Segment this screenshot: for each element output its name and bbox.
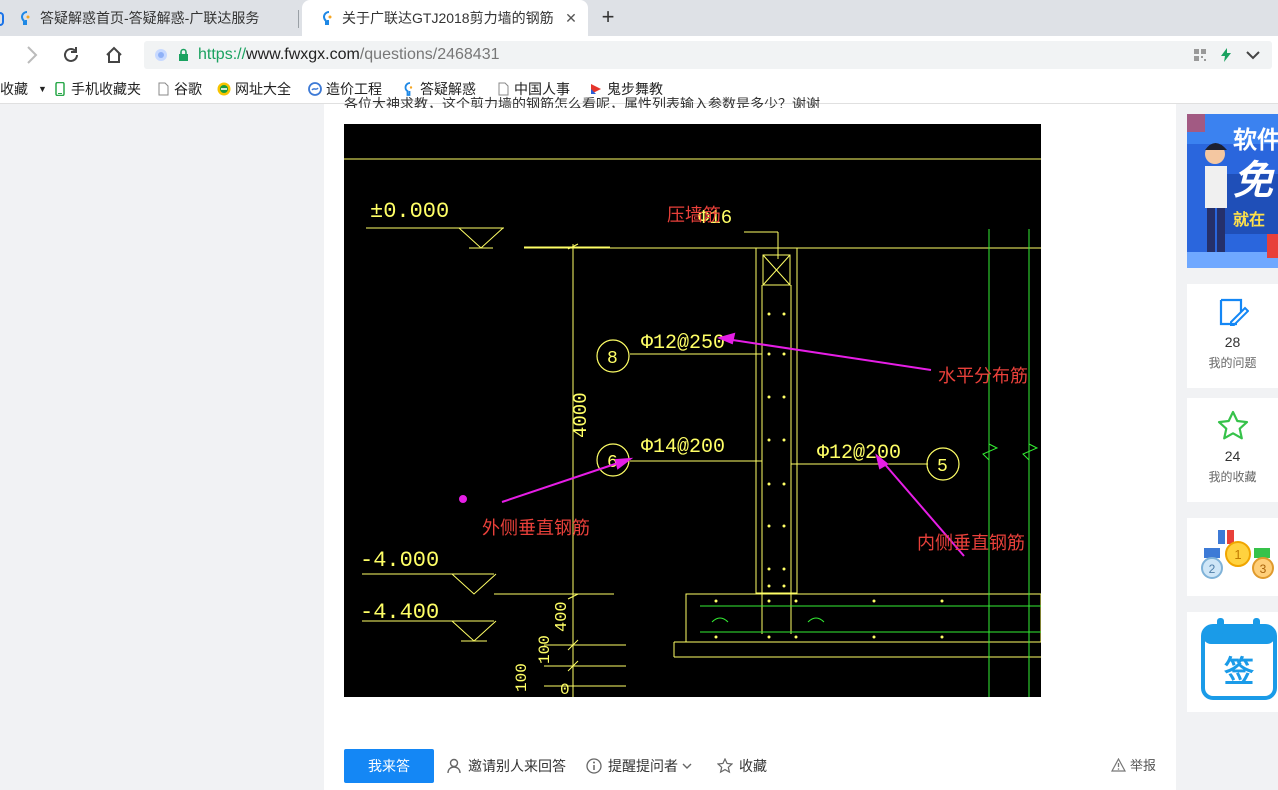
annotation-inner-vertical: 内侧垂直钢筋 [917, 533, 1025, 553]
lightning-icon[interactable] [1220, 48, 1232, 62]
page-content: 各位大神求教，这个剪力墙的钢筋怎么看呢，属性列表输入参数是多少？谢谢 ±0.00… [0, 96, 1278, 790]
close-tab-icon[interactable]: ✕ [560, 10, 582, 27]
invite-button[interactable]: 邀请别人来回答 [446, 757, 566, 775]
bookmark-google[interactable]: 谷歌 [156, 79, 202, 99]
bookmark-label: 网址大全 [235, 81, 291, 97]
svg-text:3: 3 [1260, 562, 1267, 576]
cost-site-icon [308, 82, 322, 96]
my-questions-count: 28 [1224, 334, 1241, 350]
new-tab-button[interactable]: + [596, 6, 620, 30]
dim-400-label: 400 [553, 601, 572, 632]
svg-text:2: 2 [1209, 562, 1216, 576]
favorite-button[interactable]: 收藏 [717, 757, 767, 775]
bookmark-mobile[interactable]: 手机收藏夹 [53, 79, 141, 99]
tab-title: 关于广联达GTJ2018剪力墙的钢筋 [342, 10, 554, 26]
address-bar[interactable]: https://www.fwxgx.com/questions/2468431 [144, 41, 1272, 69]
tab-separator [298, 10, 299, 28]
report-label: 举报 [1129, 758, 1156, 773]
my-favorites[interactable]: 24 我的收藏 [1187, 398, 1278, 502]
url-text: https://www.fwxgx.com/questions/2468431 [198, 46, 500, 63]
rebar-8-label: Φ12@250 [641, 332, 725, 355]
sign-in-button[interactable]: 签 [1187, 612, 1278, 712]
ad-subline: 就在 [1233, 212, 1266, 229]
my-favorites-label: 我的收藏 [1208, 470, 1257, 484]
invite-label: 邀请别人来回答 [468, 758, 566, 774]
chevron-down-icon [682, 763, 692, 769]
software-ad-banner[interactable]: 软件 免 就在 [1187, 114, 1278, 268]
annotation-horizontal-bar: 水平分布筋 [938, 366, 1028, 386]
tab-title: 答疑解惑首页-答疑解惑-广联达服务 [40, 10, 260, 26]
elev-mid-label: -4.000 [360, 548, 439, 573]
remind-label: 提醒提问者 [608, 758, 678, 774]
question-card: 各位大神求教，这个剪力墙的钢筋怎么看呢，属性列表输入参数是多少？谢谢 ±0.00… [324, 96, 1176, 790]
bookmark-label: 手机收藏夹 [71, 81, 141, 97]
info-icon [586, 758, 602, 774]
annotation-outer-vertical: 外侧垂直钢筋 [482, 518, 590, 538]
home-icon [106, 46, 122, 63]
dropdown-arrow-icon: ▼ [38, 84, 47, 94]
dim-0-label: 0 [560, 681, 570, 697]
qa-favicon-icon [322, 11, 332, 25]
home-button[interactable] [102, 43, 126, 67]
elev-bot-label: -4.400 [360, 600, 439, 625]
phone-icon [55, 82, 65, 96]
user-icon [447, 758, 461, 774]
dim-4000-label: 4000 [570, 392, 592, 438]
edit-note-icon [1219, 298, 1249, 326]
tab-qa-home[interactable]: 答疑解惑首页-答疑解惑-广联达服务 [0, 0, 297, 36]
bookmark-directory[interactable]: 网址大全 [217, 79, 291, 99]
bookmark-label: 收藏 [0, 81, 28, 97]
star-icon [717, 758, 733, 774]
medals-icon: 1 2 3 [1201, 530, 1274, 579]
qr-code-icon[interactable] [1194, 49, 1206, 61]
warning-icon [1110, 757, 1126, 772]
dim-100b-label: 100 [513, 663, 531, 692]
bookmark-favorites[interactable]: 收藏 ▼ [0, 79, 47, 99]
favorite-label: 收藏 [739, 758, 767, 774]
chevron-down-icon[interactable] [1246, 50, 1260, 60]
my-questions-label: 我的问题 [1208, 356, 1257, 370]
cad-drawing-image: ±0.000 -4.000 -4.400 4000 400 100 100 0 … [344, 124, 1041, 697]
dim-100-label: 100 [536, 635, 554, 664]
reload-button[interactable] [59, 43, 83, 67]
elev-top-label: ±0.000 [370, 199, 449, 224]
page-icon [158, 82, 169, 96]
bookmark-label: 谷歌 [174, 81, 202, 97]
tab-question[interactable]: 关于广联达GTJ2018剪力墙的钢筋 ✕ [302, 0, 588, 36]
chevron-right-icon [27, 46, 38, 64]
my-favorites-count: 24 [1224, 448, 1241, 464]
rebar-6-label: Φ14@200 [641, 436, 725, 459]
reload-icon [64, 47, 78, 62]
svg-text:签: 签 [1224, 655, 1254, 689]
my-questions[interactable]: 28 我的问题 [1187, 284, 1278, 388]
calendar-sign-icon: 签 [1201, 618, 1277, 700]
qa-favicon-icon [20, 11, 30, 25]
site-info-icon [155, 49, 167, 61]
web-directory-icon [217, 82, 231, 96]
answer-button[interactable]: 我来答 [344, 749, 434, 783]
lock-icon [179, 48, 188, 61]
tab-bar: 答疑解惑首页-答疑解惑-广联达服务 关于广联达GTJ2018剪力墙的钢筋 ✕ + [0, 0, 1278, 36]
question-actions: 我来答 邀请别人来回答 提醒提问者 收藏 举报 [344, 749, 1156, 783]
forward-button[interactable] [20, 43, 44, 67]
tag-5-label: 5 [937, 457, 948, 477]
tag-8-label: 8 [607, 349, 618, 369]
browser-toolbar: https://www.fwxgx.com/questions/2468431 [0, 36, 1278, 74]
star-icon [1217, 410, 1248, 440]
question-text: 各位大神求教，这个剪力墙的钢筋怎么看呢，属性列表输入参数是多少？谢谢 [344, 96, 820, 108]
report-button[interactable]: 举报 [1110, 755, 1156, 774]
annotation-press-bar: 压墙筋 [667, 205, 721, 225]
ranking-medals[interactable]: 1 2 3 [1187, 518, 1278, 596]
svg-text:1: 1 [1234, 547, 1241, 562]
remind-button[interactable]: 提醒提问者 [586, 757, 698, 775]
rebar-5-label: Φ12@200 [817, 442, 901, 465]
ad-highlight: 免 [1233, 159, 1273, 203]
